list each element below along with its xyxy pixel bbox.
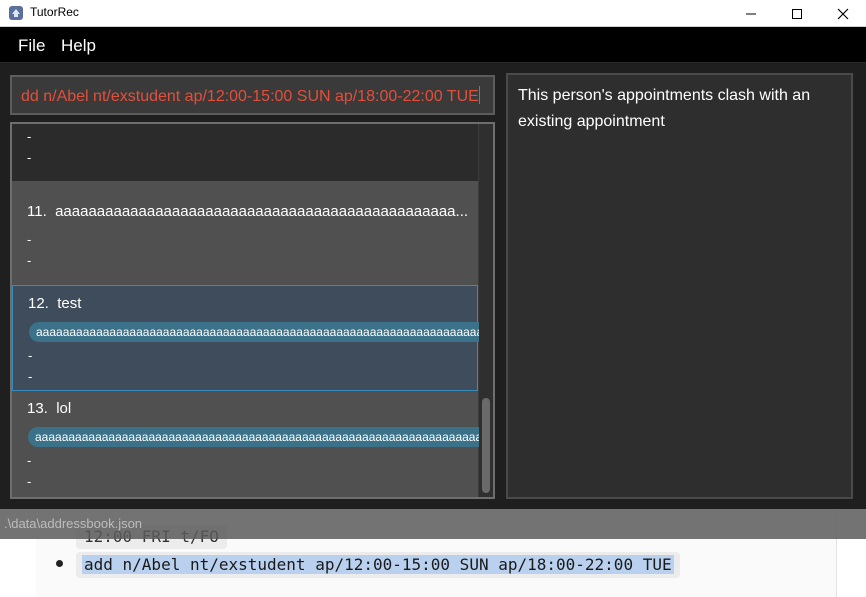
maximize-icon bbox=[792, 8, 802, 19]
card-title: 12. test bbox=[28, 295, 81, 312]
command-box[interactable]: dd n/Abel nt/exstudent ap/12:00-15:00 SU… bbox=[10, 75, 495, 115]
result-message: This person's appointments clash with an… bbox=[518, 87, 811, 130]
person-list[interactable]: - - 11. aaaaaaaaaaaaaaaaaaaaaaaaaaaaaaaa… bbox=[10, 122, 495, 499]
card-detail-line: - bbox=[28, 348, 33, 363]
close-button[interactable] bbox=[820, 0, 866, 27]
app-body: dd n/Abel nt/exstudent ap/12:00-15:00 SU… bbox=[0, 63, 866, 509]
menu-bar: File Help bbox=[0, 27, 866, 63]
text-caret bbox=[478, 86, 480, 104]
app-icon bbox=[9, 6, 23, 20]
card-detail-line: - bbox=[27, 129, 32, 144]
data-file-path: .\data\addressbook.json bbox=[4, 516, 143, 531]
window-title: TutorRec bbox=[30, 5, 79, 19]
result-display: This person's appointments clash with an… bbox=[506, 73, 853, 499]
tag-label: aaaaaaaaaaaaaaaaaaaaaaaaaaaaaaaaaaaaaaaa… bbox=[29, 322, 489, 342]
bullet-point bbox=[56, 560, 63, 567]
minimize-button[interactable] bbox=[728, 0, 774, 27]
command-input[interactable]: dd n/Abel nt/exstudent ap/12:00-15:00 SU… bbox=[21, 86, 486, 106]
card-detail-line: - bbox=[27, 453, 32, 468]
status-bar: .\data\addressbook.json bbox=[0, 509, 866, 539]
card-index: 12. bbox=[28, 295, 49, 312]
card-detail-line: - bbox=[27, 150, 32, 165]
tutorrec-window: TutorRec File Help dd n/Abel nt/exstuden… bbox=[0, 0, 866, 539]
minimize-icon bbox=[746, 13, 756, 14]
menu-help[interactable]: Help bbox=[61, 36, 96, 56]
card-name: test bbox=[57, 295, 82, 312]
close-icon bbox=[837, 8, 849, 19]
card-title: 13. lol bbox=[27, 400, 71, 417]
card-detail-line: - bbox=[27, 232, 32, 247]
list-scrollbar-thumb[interactable] bbox=[482, 398, 490, 493]
title-bar: TutorRec bbox=[0, 0, 866, 27]
selected-code-text: add n/Abel nt/exstudent ap/12:00-15:00 S… bbox=[82, 555, 674, 574]
card-index: 11. bbox=[27, 203, 47, 220]
card-detail-line: - bbox=[28, 369, 33, 384]
card-detail-line: - bbox=[27, 253, 32, 268]
list-item[interactable]: 13. lol aaaaaaaaaaaaaaaaaaaaaaaaaaaaaaaa… bbox=[12, 391, 488, 497]
command-input-value: dd n/Abel nt/exstudent ap/12:00-15:00 SU… bbox=[21, 88, 479, 105]
list-item[interactable]: 11. aaaaaaaaaaaaaaaaaaaaaaaaaaaaaaaaaaaa… bbox=[12, 181, 478, 285]
card-name: aaaaaaaaaaaaaaaaaaaaaaaaaaaaaaaaaaaaaaaa… bbox=[55, 203, 469, 220]
card-title: 11. aaaaaaaaaaaaaaaaaaaaaaaaaaaaaaaaaaaa… bbox=[27, 203, 468, 220]
selected-code-snippet: add n/Abel nt/exstudent ap/12:00-15:00 S… bbox=[76, 552, 680, 578]
menu-file[interactable]: File bbox=[18, 36, 45, 56]
tag-label: aaaaaaaaaaaaaaaaaaaaaaaaaaaaaaaaaaaaaaaa… bbox=[28, 427, 488, 447]
card-index: 13. bbox=[27, 400, 48, 417]
maximize-button[interactable] bbox=[774, 0, 820, 27]
card-detail-line: - bbox=[27, 474, 32, 489]
list-item-selected[interactable]: 12. test aaaaaaaaaaaaaaaaaaaaaaaaaaaaaaa… bbox=[12, 285, 489, 391]
list-item[interactable]: - - bbox=[12, 124, 478, 181]
card-name: lol bbox=[56, 400, 72, 417]
